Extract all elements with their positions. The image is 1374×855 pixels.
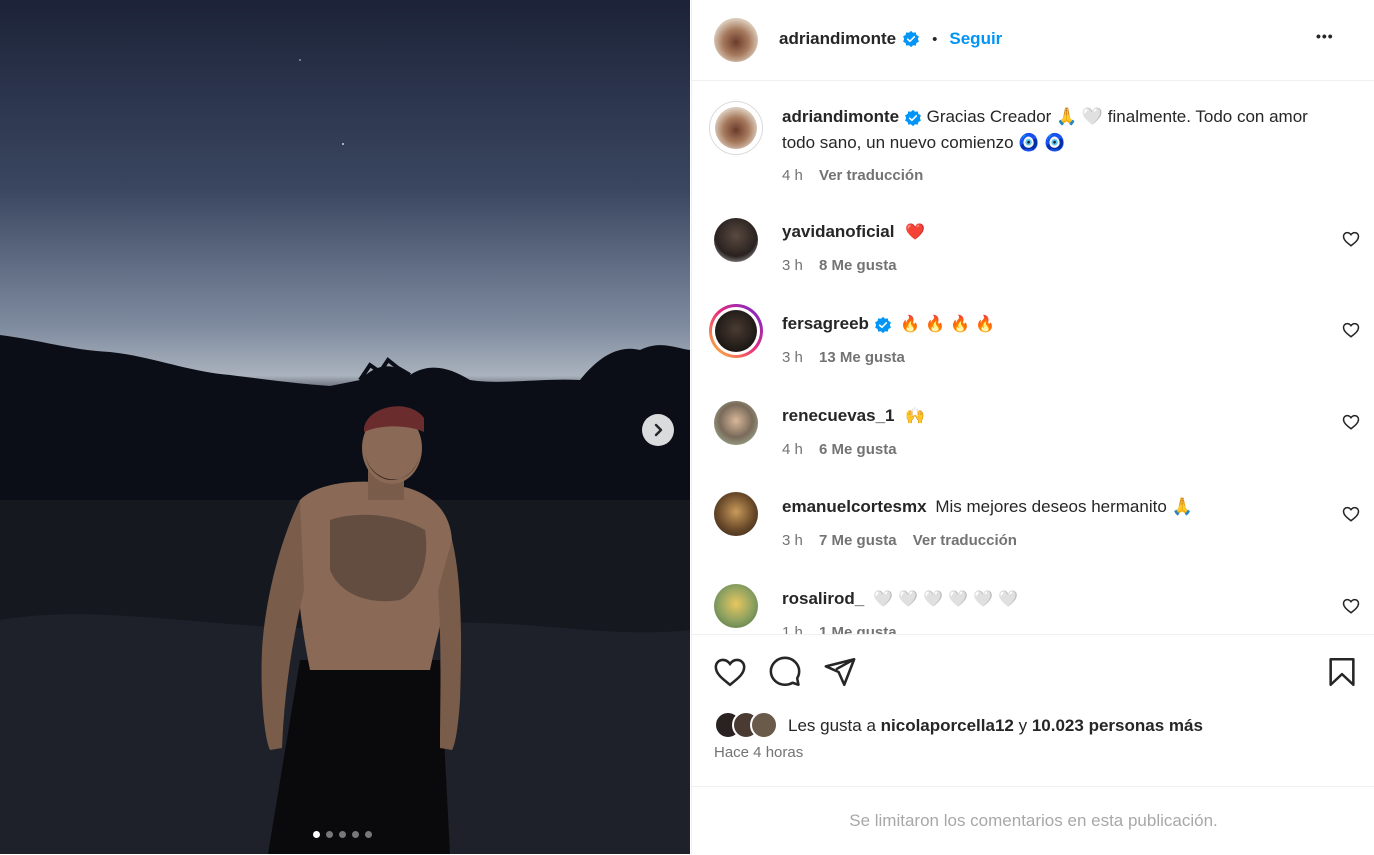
likes-conj: y [1018,716,1028,735]
beach-night-photo [0,59,690,854]
more-options-icon[interactable]: ••• [1316,28,1334,44]
post-image [0,0,690,854]
heart-icon[interactable] [1342,597,1360,615]
comment-avatar[interactable] [714,584,758,628]
comment-avatar[interactable] [714,218,758,262]
caption-avatar[interactable] [715,107,757,149]
comment-meta: 4 h 6 Me gusta [782,441,897,458]
like-heart-icon[interactable] [713,655,747,689]
carousel-dot [326,831,333,838]
separator-dot: • [932,30,938,48]
comment-likes[interactable]: 7 Me gusta [819,532,897,549]
comment-text: Mis mejores deseos hermanito 🙏 [935,497,1193,516]
heart-icon[interactable] [1342,505,1360,523]
verified-badge-icon [874,316,891,333]
comment-likes[interactable]: 1 Me gusta [819,624,897,634]
comment-text: 🔥 🔥 🔥 🔥 [900,314,996,333]
likes-prefix: Les gusta a [788,716,876,735]
carousel-dot [352,831,359,838]
carousel-dot [365,831,372,838]
instagram-post-modal: adriandimonte • Seguir ••• adriandimonte [0,0,1374,854]
comment-likes[interactable]: 6 Me gusta [819,441,897,458]
comment-time: 3 h [782,532,803,549]
verified-badge-icon [905,109,921,126]
liked-by-avatars [714,711,784,739]
comment-body: rosalirod_ 🤍 🤍 🤍 🤍 🤍 🤍 [782,586,1342,612]
post-header: adriandimonte • Seguir ••• [692,0,1374,81]
follow-button[interactable]: Seguir [949,29,1002,49]
comment-time: 3 h [782,257,803,274]
comment-meta: 3 h 7 Me gusta Ver traducción [782,532,1017,549]
author-username[interactable]: adriandimonte [779,29,896,49]
post-actions: Les gusta a nicolaporcella12 y 10.023 pe… [692,634,1374,787]
next-slide-button[interactable] [642,414,674,446]
comment-avatar[interactable] [714,492,758,536]
post-time[interactable]: Hace 4 horas [714,744,803,761]
comment-text: ❤️ [905,222,926,241]
caption-text-block: adriandimonte Gracias Creador 🙏 🤍 finalm… [782,104,1342,156]
carousel-dot [339,831,346,838]
likes-count[interactable]: 10.023 personas más [1032,716,1203,735]
liker-username[interactable]: nicolaporcella12 [881,716,1014,735]
comment-username[interactable]: renecuevas_1 [782,406,894,425]
comment-likes[interactable]: 13 Me gusta [819,349,905,366]
comments-limited-notice: Se limitaron los comentarios en esta pub… [692,786,1374,855]
next-arrow-icon [654,423,663,437]
comment-username[interactable]: fersagreeb [782,314,869,333]
comment-meta: 1 h 1 Me gusta [782,624,897,634]
comment-time: 3 h [782,349,803,366]
heart-icon[interactable] [1342,230,1360,248]
comment-translate-link[interactable]: Ver traducción [913,532,1017,549]
caption-avatar-ring [709,101,763,155]
caption-username[interactable]: adriandimonte [782,107,899,126]
caption-meta: 4 h Ver traducción [782,167,923,184]
post-side-panel: adriandimonte • Seguir ••• adriandimonte [691,0,1374,854]
comment-username[interactable]: emanuelcortesmx [782,497,927,516]
comment-meta: 3 h 8 Me gusta [782,257,897,274]
comment-text: 🙌 [905,406,926,425]
comment-avatar[interactable] [714,401,758,445]
comment-likes[interactable]: 8 Me gusta [819,257,897,274]
comment-avatar[interactable] [715,310,757,352]
comment-username[interactable]: rosalirod_ [782,589,864,608]
likes-summary: Les gusta a nicolaporcella12 y 10.023 pe… [788,716,1203,736]
comment-text: 🤍 🤍 🤍 🤍 🤍 🤍 [872,589,1018,608]
comment-body: emanuelcortesmx Mis mejores deseos herma… [782,494,1342,520]
comment-body: yavidanoficial ❤️ [782,219,1342,245]
share-icon[interactable] [823,655,857,689]
comment-body: renecuevas_1 🙌 [782,403,1342,429]
heart-icon[interactable] [1342,321,1360,339]
caption-time: 4 h [782,167,803,184]
bookmark-icon[interactable] [1325,655,1359,689]
comment-username[interactable]: yavidanoficial [782,222,894,241]
comment-body: fersagreeb 🔥 🔥 🔥 🔥 [782,311,1342,337]
liker-avatar [750,711,778,739]
carousel-indicator [313,831,372,838]
comment-meta: 3 h 13 Me gusta [782,349,905,366]
caption-translate-link[interactable]: Ver traducción [819,167,923,184]
story-ring[interactable] [709,304,763,358]
comment-icon[interactable] [768,655,802,689]
comments-list[interactable]: adriandimonte Gracias Creador 🙏 🤍 finalm… [692,81,1374,634]
verified-badge-icon [903,30,919,48]
comment-time: 1 h [782,624,803,634]
carousel-dot [313,831,320,838]
limited-comments-text: Se limitaron los comentarios en esta pub… [849,811,1218,830]
heart-icon[interactable] [1342,413,1360,431]
author-avatar[interactable] [714,18,758,62]
comment-time: 4 h [782,441,803,458]
